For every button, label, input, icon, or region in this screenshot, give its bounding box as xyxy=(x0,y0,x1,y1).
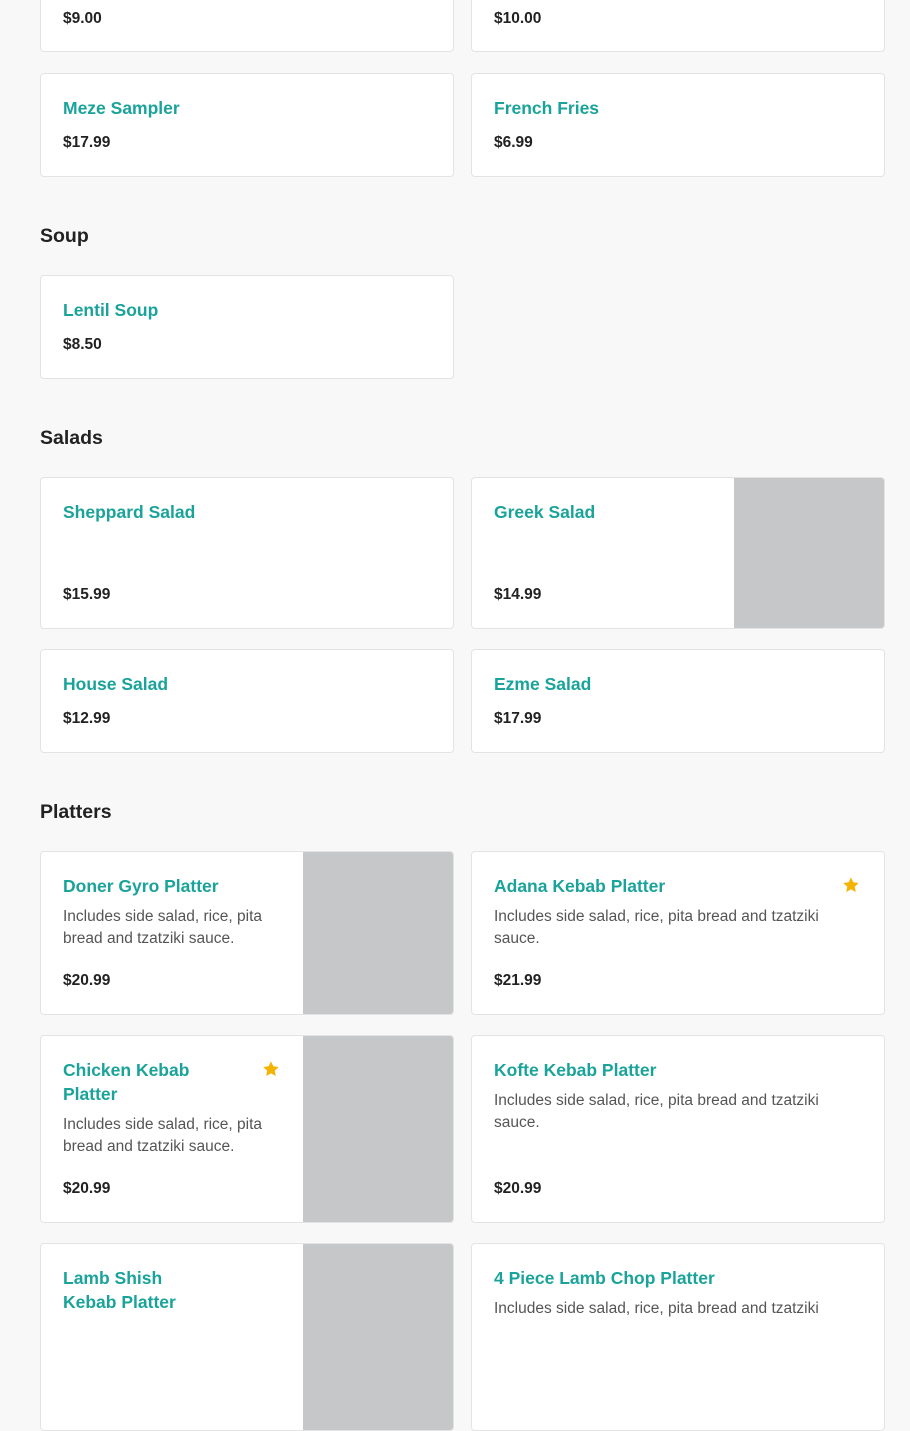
section-title-soup: Soup xyxy=(40,225,89,247)
item-image-placeholder xyxy=(303,1036,453,1222)
star-icon xyxy=(843,877,859,893)
item-name: Kofte Kebab Platter xyxy=(494,1060,657,1080)
item-price: $9.00 xyxy=(63,10,102,27)
item-name: Adana Kebab Platter xyxy=(494,876,666,896)
item-image-placeholder xyxy=(303,852,453,1014)
menu-item-card[interactable]: $10.00 xyxy=(471,0,885,52)
item-price: $17.99 xyxy=(63,134,111,151)
item-name: Lentil Soup xyxy=(63,300,159,320)
menu-item-card[interactable]: Meze Sampler $17.99 xyxy=(40,73,454,177)
menu-item-card[interactable]: Lamb Shish Kebab Platter xyxy=(40,1243,454,1431)
menu-item-card[interactable]: Greek Salad $14.99 xyxy=(471,477,885,629)
item-price: $15.99 xyxy=(63,586,111,603)
menu-item-card[interactable]: Lentil Soup $8.50 xyxy=(40,275,454,379)
item-price: $20.99 xyxy=(63,1180,111,1197)
item-price: $17.99 xyxy=(494,710,542,727)
item-price: $6.99 xyxy=(494,134,533,151)
section-title-platters: Platters xyxy=(40,801,112,823)
menu-item-card[interactable]: French Fries $6.99 xyxy=(471,73,885,177)
item-name: House Salad xyxy=(63,674,169,694)
item-image-placeholder xyxy=(734,478,884,628)
menu-item-card[interactable]: Chicken Kebab Platter Includes side sala… xyxy=(40,1035,454,1223)
item-price: $20.99 xyxy=(63,972,111,989)
item-name: Chicken Kebab Platter xyxy=(63,1060,190,1104)
item-name: 4 Piece Lamb Chop Platter xyxy=(494,1268,715,1288)
star-icon xyxy=(263,1061,279,1077)
section-title-salads: Salads xyxy=(40,427,103,449)
item-price: $10.00 xyxy=(494,10,542,27)
item-description: Includes side salad, rice, pita bread an… xyxy=(63,908,263,947)
menu-item-card[interactable]: Sheppard Salad $15.99 xyxy=(40,477,454,629)
menu-item-card[interactable]: Doner Gyro Platter Includes side salad, … xyxy=(40,851,454,1015)
item-description: Includes side salad, rice, pita bread an… xyxy=(63,1116,263,1155)
item-price: $14.99 xyxy=(494,586,542,603)
item-price: $21.99 xyxy=(494,972,542,989)
menu-item-card[interactable]: House Salad $12.99 xyxy=(40,649,454,753)
item-name: Lamb Shish Kebab Platter xyxy=(63,1268,176,1312)
item-description: Includes side salad, rice, pita bread an… xyxy=(494,908,819,947)
item-name: Meze Sampler xyxy=(63,98,180,118)
menu-item-card[interactable]: Adana Kebab Platter Includes side salad,… xyxy=(471,851,885,1015)
menu-item-card[interactable]: 4 Piece Lamb Chop Platter Includes side … xyxy=(471,1243,885,1431)
item-description: Includes side salad, rice, pita bread an… xyxy=(494,1300,819,1317)
item-image-placeholder xyxy=(303,1244,453,1430)
item-name: Sheppard Salad xyxy=(63,502,196,522)
item-name: Greek Salad xyxy=(494,502,596,522)
menu-item-card[interactable]: $9.00 xyxy=(40,0,454,52)
item-price: $8.50 xyxy=(63,336,102,353)
item-name: Doner Gyro Platter xyxy=(63,876,219,896)
item-price: $20.99 xyxy=(494,1180,542,1197)
menu-item-card[interactable]: Ezme Salad $17.99 xyxy=(471,649,885,753)
item-description: Includes side salad, rice, pita bread an… xyxy=(494,1092,819,1131)
item-name: French Fries xyxy=(494,98,600,118)
item-price: $12.99 xyxy=(63,710,111,727)
item-name: Ezme Salad xyxy=(494,674,592,694)
menu-item-card[interactable]: Kofte Kebab Platter Includes side salad,… xyxy=(471,1035,885,1223)
